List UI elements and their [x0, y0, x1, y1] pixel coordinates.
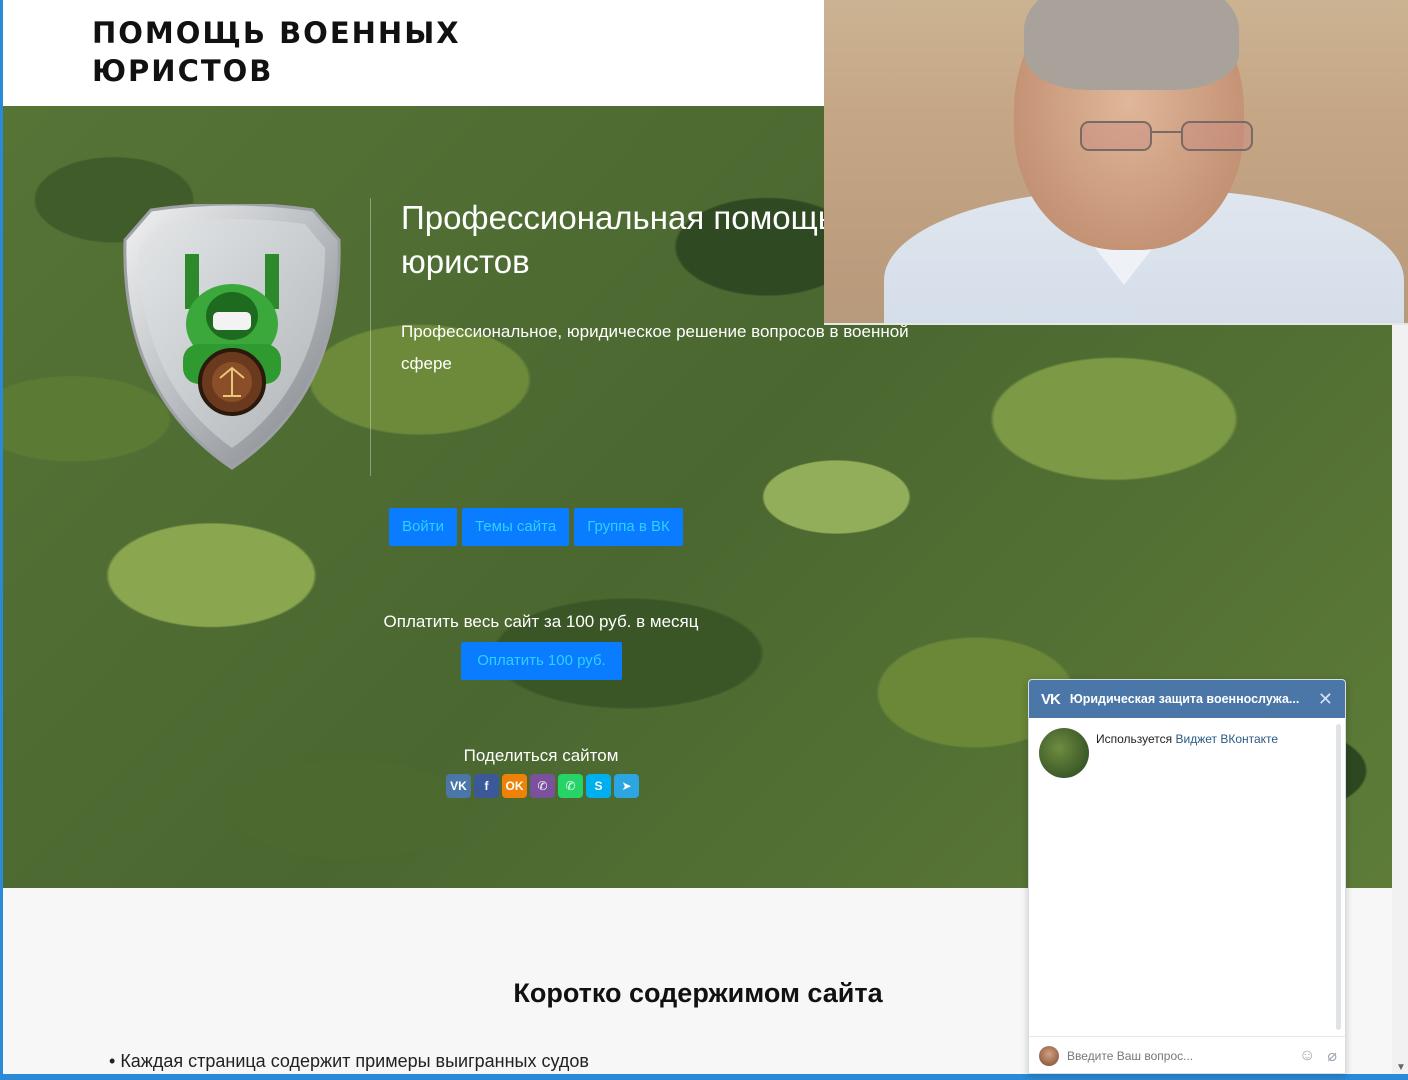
scroll-down-arrow-icon[interactable]: ▼ [1396, 1062, 1406, 1073]
paperclip-icon[interactable]: ⌀ [1327, 1046, 1337, 1066]
page: ПОМОЩЬ ВОЕННЫХ ЮРИСТОВ Профессиональная … [0, 0, 1408, 1080]
whatsapp-icon[interactable]: ✆ [558, 774, 583, 798]
pay-button[interactable]: Оплатить 100 руб. [461, 642, 622, 680]
webcam-bottom-edge [824, 323, 1408, 325]
list-item: Каждая страница содержит примеры выигран… [109, 1048, 589, 1074]
pay-text: Оплатить весь сайт за 100 руб. в месяц [383, 612, 699, 631]
vk-widget-body: Используется Виджет ВКонтакте [1029, 718, 1345, 1036]
user-avatar [1039, 1046, 1059, 1066]
site-topics-button[interactable]: Темы сайта [461, 508, 570, 546]
odnoklassniki-icon[interactable]: OK [502, 774, 527, 798]
site-title[interactable]: ПОМОЩЬ ВОЕННЫХ ЮРИСТОВ [92, 14, 512, 90]
vk-widget-link[interactable]: Виджет ВКонтакте [1176, 732, 1279, 746]
vk-logo-icon: VK [1041, 690, 1061, 708]
skype-icon[interactable]: S [586, 774, 611, 798]
avatar [1039, 728, 1089, 778]
webcam-overlay [824, 0, 1408, 325]
emoji-icon[interactable]: ☺ [1299, 1047, 1315, 1065]
share-icons-row: VK f OK ✆ ✆ S ➤ [446, 774, 639, 798]
hero-subheading: Профессиональное, юридическое решение во… [401, 322, 909, 373]
vk-icon[interactable]: VK [446, 774, 471, 798]
vk-widget-scrollbar[interactable] [1336, 724, 1341, 1030]
vk-widget-title: Юридическая защита военнослужа... [1069, 692, 1300, 706]
content-list: Каждая страница содержит примеры выигран… [109, 1048, 589, 1074]
webcam-hair [1024, 0, 1239, 90]
telegram-icon[interactable]: ➤ [614, 774, 639, 798]
vk-group-button[interactable]: Группа в ВК [574, 508, 683, 546]
hero-divider [370, 198, 371, 476]
bottom-accent-bar [0, 1074, 1408, 1080]
shield-logo-icon [123, 204, 341, 470]
login-button[interactable]: Войти [389, 508, 457, 546]
vk-info-prefix: Используется [1096, 732, 1176, 746]
question-input[interactable] [1067, 1049, 1288, 1063]
vk-chat-widget: VK Юридическая защита военнослужа... ✕ И… [1028, 679, 1346, 1074]
hero-button-row: Войти Темы сайта Группа в ВК [389, 508, 683, 546]
page-scrollbar[interactable] [1392, 325, 1408, 1080]
viber-icon[interactable]: ✆ [530, 774, 555, 798]
webcam-glasses [1080, 121, 1253, 151]
facebook-icon[interactable]: f [474, 774, 499, 798]
vk-widget-footer: ☺ ⌀ [1029, 1036, 1345, 1073]
site-header: ПОМОЩЬ ВОЕННЫХ ЮРИСТОВ [3, 0, 824, 106]
share-title: Поделиться сайтом [463, 746, 619, 765]
vk-widget-header[interactable]: VK Юридическая защита военнослужа... ✕ [1029, 680, 1345, 718]
vk-widget-info: Используется Виджет ВКонтакте [1096, 732, 1278, 746]
content-section: Коротко содержимом сайта Каждая страница… [3, 888, 1003, 1080]
close-icon[interactable]: ✕ [1318, 689, 1333, 710]
